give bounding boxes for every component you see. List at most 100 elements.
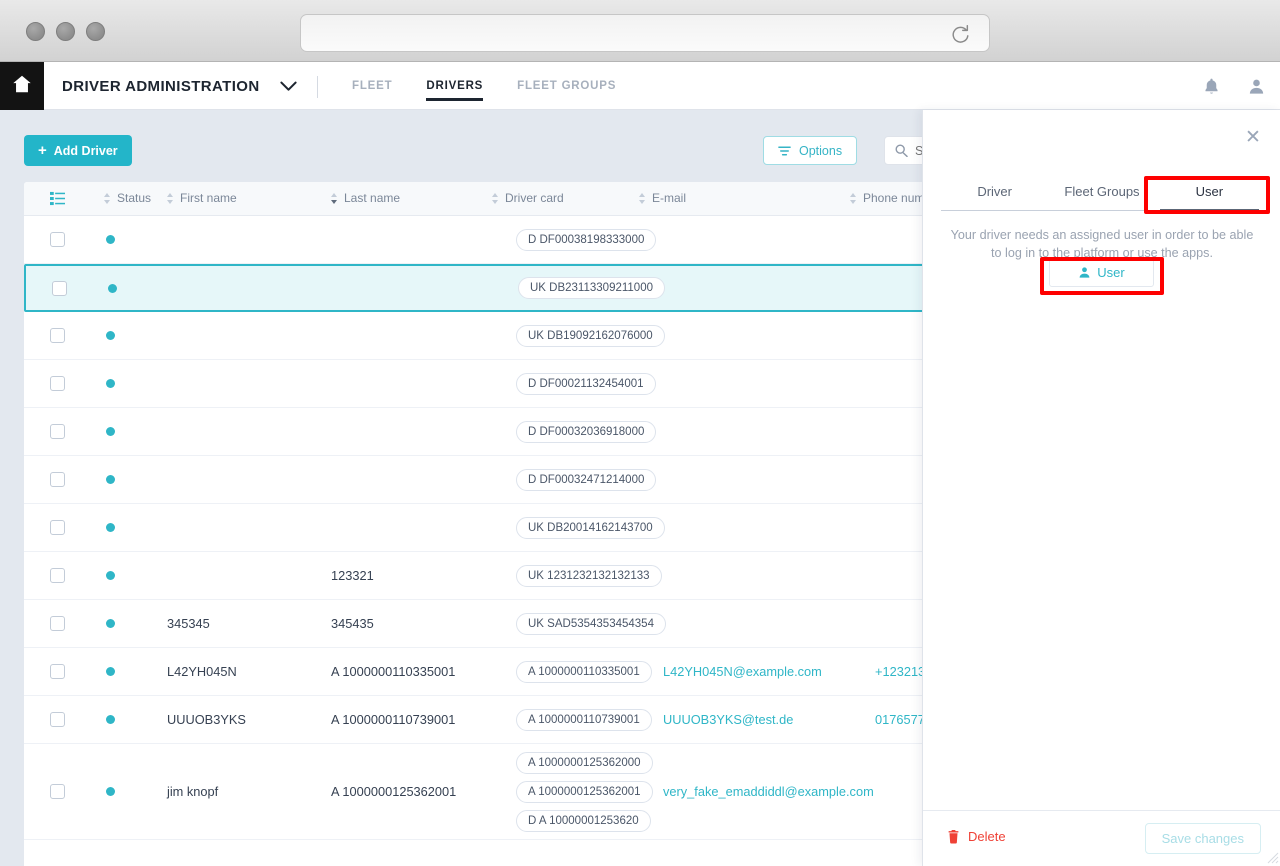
column-header-driver-card[interactable]: Driver card <box>492 191 564 205</box>
driver-detail-panel: ✕ Driver Fleet Groups User Your driver n… <box>922 110 1280 866</box>
bell-icon[interactable] <box>1202 76 1221 97</box>
save-changes-button[interactable]: Save changes <box>1144 823 1261 854</box>
nav-tab-fleet-groups[interactable]: FLEET GROUPS <box>500 62 633 110</box>
reload-icon[interactable] <box>949 23 971 45</box>
driver-card-chip: D DF00021132454001 <box>516 372 656 395</box>
row-checkbox[interactable] <box>50 616 65 631</box>
add-driver-button[interactable]: + Add Driver <box>24 135 132 166</box>
row-checkbox[interactable] <box>52 280 67 296</box>
status-badge <box>106 331 115 340</box>
nav-tab-fleet[interactable]: FLEET <box>335 62 409 110</box>
page-title: DRIVER ADMINISTRATION <box>62 78 260 95</box>
sort-icon <box>492 192 499 204</box>
row-checkbox[interactable] <box>50 328 65 343</box>
driver-card-chip: D A 10000001253620 <box>516 809 651 832</box>
user-icon <box>1078 266 1091 279</box>
status-badge <box>106 427 115 436</box>
assign-user-button[interactable]: User <box>1049 257 1154 287</box>
cell-driver-card: D DF00032036918000 <box>516 419 657 445</box>
row-checkbox[interactable] <box>50 472 65 487</box>
row-checkbox[interactable] <box>50 376 65 391</box>
resize-grip-icon[interactable] <box>1267 852 1279 864</box>
cell-first-name: UUUOB3YKS <box>167 712 246 727</box>
delete-button[interactable]: Delete <box>947 829 1006 844</box>
row-checkbox[interactable] <box>50 568 65 583</box>
driver-card-chip: UK SAD5354353454354 <box>516 612 666 635</box>
options-label: Options <box>799 143 843 158</box>
panel-tab-driver[interactable]: Driver <box>941 175 1048 210</box>
cell-driver-card: UK SAD5354353454354 <box>516 611 666 637</box>
sort-icon <box>104 192 111 204</box>
panel-tab-user[interactable]: User <box>1156 175 1263 212</box>
column-header-status[interactable]: Status <box>104 191 151 205</box>
column-header-first-name[interactable]: First name <box>167 191 237 205</box>
status-badge <box>106 667 115 676</box>
cell-first-name: L42YH045N <box>167 664 237 679</box>
cell-first-name: jim knopf <box>167 784 219 799</box>
driver-card-chip: A 1000000110739001 <box>516 708 652 731</box>
row-checkbox[interactable] <box>50 232 65 247</box>
cell-last-name: A 1000000110739001 <box>331 712 456 727</box>
window-close-button[interactable] <box>26 22 45 41</box>
home-icon <box>11 73 33 100</box>
window-maximize-button[interactable] <box>86 22 105 41</box>
row-checkbox[interactable] <box>50 664 65 679</box>
close-icon[interactable]: ✕ <box>1243 128 1263 148</box>
driver-card-chip: A 1000000110335001 <box>516 660 652 683</box>
driver-card-chip: UK 1231232132132133 <box>516 564 662 587</box>
column-settings-icon[interactable] <box>50 191 65 206</box>
status-badge <box>106 715 115 724</box>
status-badge <box>106 235 115 244</box>
window-traffic-lights <box>26 22 105 41</box>
user-avatar-icon[interactable] <box>1247 76 1266 97</box>
column-label: Phone num <box>863 191 925 205</box>
row-checkbox[interactable] <box>50 520 65 535</box>
window-minimize-button[interactable] <box>56 22 75 41</box>
delete-label: Delete <box>968 829 1006 844</box>
cell-driver-card: A 1000000110739001 <box>516 707 652 733</box>
options-button[interactable]: Options <box>763 136 858 165</box>
driver-card-chip: UK DB23113309211000 <box>518 277 665 299</box>
browser-chrome <box>0 0 1280 62</box>
row-checkbox[interactable] <box>50 424 65 439</box>
panel-tab-fleet-groups[interactable]: Fleet Groups <box>1048 175 1155 210</box>
column-header-phone[interactable]: Phone num <box>850 191 924 205</box>
cell-driver-card: D DF00032471214000 <box>516 467 657 493</box>
cell-email[interactable]: UUUOB3YKS@test.de <box>663 712 793 727</box>
sort-icon <box>850 192 857 204</box>
cell-first-name: 345345 <box>167 616 210 631</box>
home-button[interactable] <box>0 62 44 110</box>
header-divider <box>317 76 318 98</box>
url-bar[interactable] <box>300 14 990 52</box>
cell-last-name: 345435 <box>331 616 374 631</box>
status-badge <box>106 619 115 628</box>
driver-card-chip: D DF00038198333000 <box>516 228 657 251</box>
column-label: Last name <box>344 191 401 205</box>
cell-driver-card: UK DB20014162143700 <box>516 515 665 541</box>
search-icon <box>895 144 908 157</box>
row-checkbox[interactable] <box>50 712 65 727</box>
sort-icon <box>639 192 646 204</box>
trash-icon <box>947 829 960 844</box>
driver-card-chip: D DF00032036918000 <box>516 420 657 443</box>
panel-tabs: Driver Fleet Groups User <box>941 175 1263 212</box>
cell-driver-card: UK DB19092162076000 <box>516 323 665 349</box>
cell-driver-card: UK 1231232132132133 <box>516 563 662 589</box>
cell-email[interactable]: very_fake_emaddiddl@example.com <box>663 784 874 799</box>
header-icon-group <box>1202 62 1266 110</box>
chevron-down-icon[interactable] <box>279 80 298 93</box>
column-label: E-mail <box>652 191 687 205</box>
cell-last-name: A 1000000125362001 <box>331 784 457 799</box>
sort-icon <box>167 192 174 204</box>
cell-last-name: A 1000000110335001 <box>331 664 456 679</box>
cell-driver-card: D DF00021132454001 <box>516 371 656 397</box>
status-badge <box>108 283 117 293</box>
main-nav-tabs: FLEET DRIVERS FLEET GROUPS <box>335 62 633 110</box>
cell-email[interactable]: L42YH045N@example.com <box>663 664 822 679</box>
column-header-last-name[interactable]: Last name <box>331 191 400 205</box>
column-header-email[interactable]: E-mail <box>639 191 686 205</box>
row-checkbox[interactable] <box>50 784 65 799</box>
nav-tab-drivers[interactable]: DRIVERS <box>409 62 500 110</box>
column-label: First name <box>180 191 237 205</box>
status-badge <box>106 475 115 484</box>
